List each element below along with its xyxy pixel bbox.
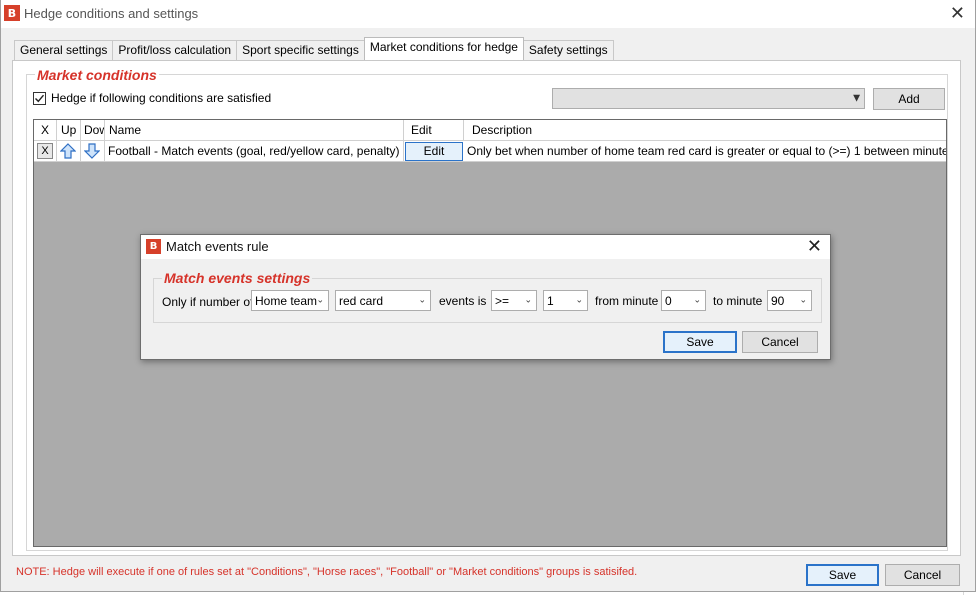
from-minute-value: 0 (665, 293, 672, 308)
from-minute-select[interactable]: 0 ⌄ (661, 290, 706, 311)
operator-select[interactable]: >= ⌄ (491, 290, 537, 311)
match-events-settings-title: Match events settings (162, 270, 313, 286)
chevron-down-icon: ⌄ (316, 295, 324, 305)
dialog-close-icon[interactable]: ✕ (807, 236, 822, 257)
to-minute-select[interactable]: 90 ⌄ (767, 290, 812, 311)
dialog-title: Match events rule (166, 239, 269, 254)
hedge-note: NOTE: Hedge will execute if one of rules… (16, 566, 638, 578)
hedge-conditions-label: Hedge if following conditions are satisf… (51, 91, 272, 105)
edit-row-button[interactable]: Edit (405, 142, 463, 161)
remove-row-button[interactable]: X (37, 143, 53, 159)
market-conditions-title: Market conditions (35, 67, 159, 83)
row-description: Only bet when number of home team red ca… (467, 144, 946, 158)
header-up: Up (57, 120, 81, 141)
tab-safety-settings[interactable]: Safety settings (522, 40, 614, 60)
dialog-titlebar: B Match events rule ✕ (141, 235, 830, 259)
event-type-select[interactable]: red card ⌄ (335, 290, 431, 311)
condition-type-select[interactable]: ▼ (552, 88, 865, 109)
save-button[interactable]: Save (806, 564, 879, 586)
operator-value: >= (495, 293, 510, 308)
header-down: Dow (81, 120, 105, 141)
header-remove: X (34, 120, 57, 141)
row-down-cell (81, 141, 105, 162)
chevron-down-icon: ▼ (853, 93, 860, 103)
hedge-conditions-checkbox[interactable] (33, 91, 46, 105)
window-title: Hedge conditions and settings (24, 6, 199, 21)
row-up-cell (57, 141, 81, 162)
tab-profit-loss-calculation[interactable]: Profit/loss calculation (112, 40, 238, 60)
dialog-save-button[interactable]: Save (663, 331, 737, 353)
dialog-cancel-button[interactable]: Cancel (742, 331, 818, 353)
cancel-button[interactable]: Cancel (885, 564, 960, 586)
hedge-conditions-checkbox-row[interactable]: Hedge if following conditions are satisf… (33, 91, 271, 105)
team-select[interactable]: Home team ⌄ (251, 290, 329, 311)
event-type-value: red card (339, 293, 384, 308)
tab-general-settings[interactable]: General settings (14, 40, 114, 60)
tab-sport-specific-settings[interactable]: Sport specific settings (236, 40, 365, 60)
add-condition-button[interactable]: Add (873, 88, 945, 110)
tab-market-conditions[interactable]: Market conditions for hedge (363, 37, 524, 60)
only-if-label: Only if number of (162, 295, 254, 309)
chevron-down-icon: ⌄ (575, 295, 583, 305)
header-edit: Edit (404, 120, 464, 141)
row-remove-cell: X (34, 141, 57, 162)
chevron-down-icon: ⌄ (524, 295, 532, 305)
to-minute-value: 90 (771, 293, 785, 308)
grid-header: X Up Dow Name Edit Description (34, 120, 946, 141)
team-value: Home team (255, 293, 318, 308)
row-name: Football - Match events (goal, red/yello… (105, 141, 404, 162)
count-select[interactable]: 1 ⌄ (543, 290, 588, 311)
arrow-up-icon[interactable] (60, 143, 76, 159)
count-value: 1 (547, 293, 554, 308)
header-name: Name (105, 120, 404, 141)
match-events-settings-group: Match events settings Only if number of … (153, 270, 822, 323)
window-close-icon[interactable]: ✕ (950, 3, 965, 24)
arrow-down-icon[interactable] (84, 143, 100, 159)
to-minute-label: to minute (713, 294, 763, 308)
match-events-rule-dialog: B Match events rule ✕ Match events setti… (140, 234, 831, 360)
settings-tabs: General settings Profit/loss calculation… (14, 37, 614, 60)
from-minute-label: from minute (595, 294, 659, 308)
chevron-down-icon: ⌄ (693, 295, 701, 305)
chevron-down-icon: ⌄ (799, 295, 807, 305)
checkmark-icon (35, 94, 45, 102)
chevron-down-icon: ⌄ (418, 295, 426, 305)
table-row[interactable]: X Football - Match events (goal, red/yel… (34, 141, 946, 162)
app-logo-icon: B (4, 5, 20, 21)
events-is-label: events is (439, 294, 487, 308)
header-description: Description (472, 123, 533, 137)
window-titlebar: B Hedge conditions and settings ✕ (1, 0, 975, 28)
app-logo-icon: B (146, 239, 161, 254)
